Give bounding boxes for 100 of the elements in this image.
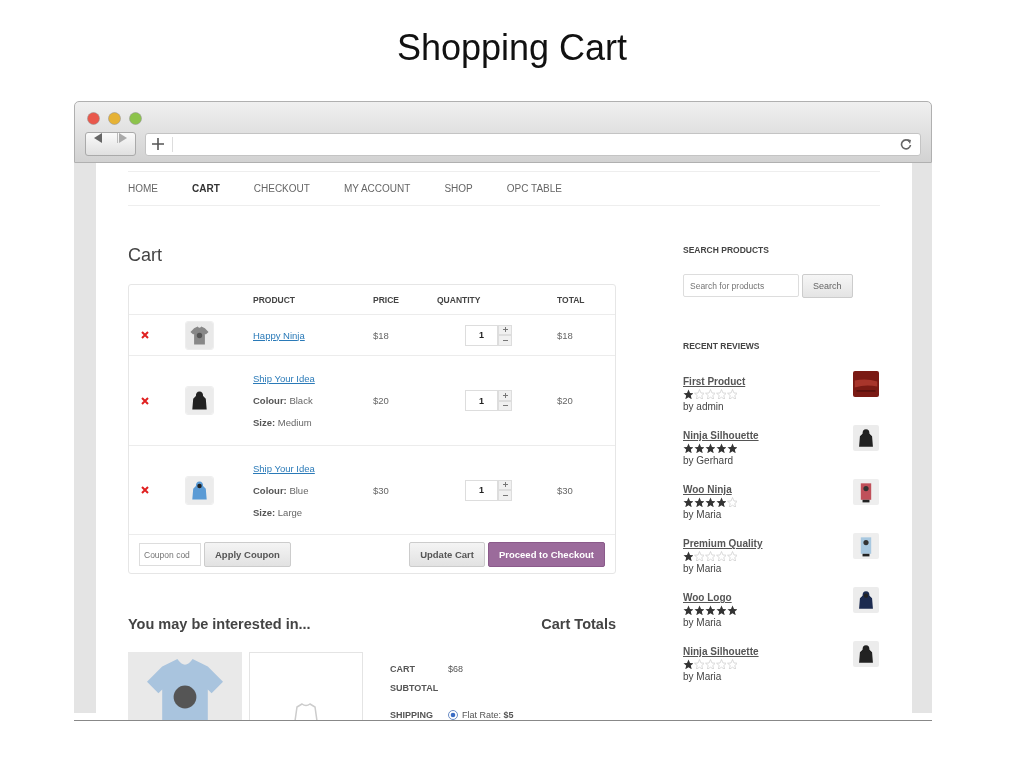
nav-link[interactable]: HOME — [128, 183, 158, 194]
checkout-button[interactable]: Proceed to Checkout — [487, 542, 605, 567]
product-link[interactable]: Happy Ninja — [253, 329, 305, 341]
widget-heading: SEARCH PRODUCTS — [683, 244, 770, 256]
increment-button[interactable] — [498, 479, 512, 490]
price-text: $20 — [373, 395, 389, 406]
column-header: TOTAL — [557, 294, 585, 305]
minus-icon — [502, 403, 508, 409]
empty-star-icon — [716, 659, 726, 669]
increment-button[interactable] — [498, 324, 512, 335]
filled-star-icon — [683, 605, 693, 615]
filled-star-icon — [727, 443, 737, 453]
search-button[interactable]: Search — [802, 274, 853, 298]
plus-icon[interactable] — [152, 138, 164, 150]
filled-star-icon — [683, 551, 693, 561]
filled-star-icon — [694, 605, 704, 615]
column-header: QUANTITY — [437, 294, 481, 305]
empty-star-icon — [705, 659, 715, 669]
product-attribute: Colour: Blue — [253, 484, 309, 496]
filled-star-icon — [705, 443, 715, 453]
totals-label: CART SUBTOTAL — [390, 663, 440, 695]
quantity-field[interactable]: 1 — [465, 390, 498, 411]
nav-link[interactable]: MY ACCOUNT — [343, 183, 411, 194]
nav-link[interactable]: CHECKOUT — [253, 183, 310, 194]
total-text: $20 — [557, 395, 573, 406]
review-product-link[interactable]: Premium Quality — [683, 537, 763, 550]
review-product-link[interactable]: Ninja Silhouette — [683, 645, 759, 658]
review-author: by Gerhard — [683, 454, 735, 467]
empty-star-icon — [727, 659, 737, 669]
column-header: PRODUCT — [253, 294, 296, 305]
filled-star-icon — [694, 443, 704, 453]
quantity-field[interactable]: 1 — [465, 479, 498, 501]
product-attribute: Colour: Black — [253, 395, 313, 406]
filled-star-icon — [716, 443, 726, 453]
history-buttons[interactable] — [85, 132, 136, 156]
totals-value: $68 — [448, 663, 464, 676]
filled-star-icon — [716, 497, 726, 507]
back-icon[interactable] — [93, 133, 103, 143]
price-text: $18 — [373, 329, 389, 341]
radio-button[interactable] — [448, 710, 458, 720]
filled-star-icon — [683, 389, 693, 399]
slide-title: Shopping Cart — [396, 27, 628, 69]
placeholder-icon — [293, 703, 319, 720]
plus-icon — [502, 327, 508, 333]
remove-icon[interactable] — [141, 396, 149, 405]
review-author: by Maria — [683, 508, 723, 521]
review-author: by Maria — [683, 562, 723, 575]
filled-star-icon — [727, 605, 737, 615]
decrement-button[interactable] — [498, 490, 512, 501]
decrement-button[interactable] — [498, 400, 512, 411]
empty-star-icon — [727, 551, 737, 561]
search-field[interactable]: Search for products — [683, 274, 799, 297]
totals-label: SHIPPING — [390, 709, 434, 720]
empty-star-icon — [727, 389, 737, 399]
empty-star-icon — [705, 389, 715, 399]
nav-link[interactable]: SHOP — [444, 183, 473, 194]
coupon-field[interactable]: Coupon cod — [139, 543, 201, 566]
plus-icon — [502, 482, 508, 488]
remove-icon[interactable] — [141, 486, 149, 494]
review-product-link[interactable]: Woo Logo — [683, 591, 737, 604]
review-author: by admin — [683, 400, 725, 413]
action-button[interactable]: Update Cart — [409, 542, 485, 567]
product-link[interactable]: Ship Your Idea — [253, 373, 315, 384]
widget-heading: RECENT REVIEWS — [683, 340, 761, 352]
minus-icon — [502, 337, 508, 343]
review-product-link[interactable]: First Product — [683, 375, 746, 388]
filled-star-icon — [683, 497, 693, 507]
product-attribute: Size: Medium — [253, 417, 312, 428]
close-icon[interactable] — [87, 112, 100, 125]
empty-star-icon — [716, 389, 726, 399]
empty-star-icon — [716, 551, 726, 561]
plus-icon — [502, 392, 508, 398]
filled-star-icon — [683, 443, 693, 453]
empty-star-icon — [705, 551, 715, 561]
filled-star-icon — [705, 605, 715, 615]
reload-icon[interactable] — [900, 138, 912, 150]
shipping-option: Flat Rate: $5 — [462, 706, 514, 720]
column-header: PRICE — [373, 294, 399, 305]
decrement-button[interactable] — [498, 335, 512, 346]
review-author: by Maria — [683, 616, 723, 629]
review-product-link[interactable]: Ninja Silhouette — [683, 429, 759, 442]
section-heading: You may be interested in... — [128, 616, 311, 632]
review-product-link[interactable]: Woo Ninja — [683, 483, 737, 496]
review-author: by Maria — [683, 670, 723, 683]
filled-star-icon — [705, 497, 715, 507]
increment-button[interactable] — [498, 390, 512, 401]
total-text: $30 — [557, 484, 573, 496]
price-text: $30 — [373, 484, 389, 496]
nav-link[interactable]: OPC TABLE — [506, 183, 562, 194]
action-button[interactable]: Apply Coupon — [204, 542, 291, 567]
page-title: Cart — [128, 244, 163, 266]
filled-star-icon — [683, 659, 693, 669]
minus-icon — [502, 492, 508, 498]
filled-star-icon — [716, 605, 726, 615]
quantity-field[interactable]: 1 — [465, 324, 498, 346]
product-attribute: Size: Large — [253, 506, 303, 518]
section-heading: Cart Totals — [541, 616, 616, 632]
remove-icon[interactable] — [141, 331, 149, 339]
product-link[interactable]: Ship Your Idea — [253, 462, 315, 474]
nav-link[interactable]: CART — [192, 183, 220, 194]
